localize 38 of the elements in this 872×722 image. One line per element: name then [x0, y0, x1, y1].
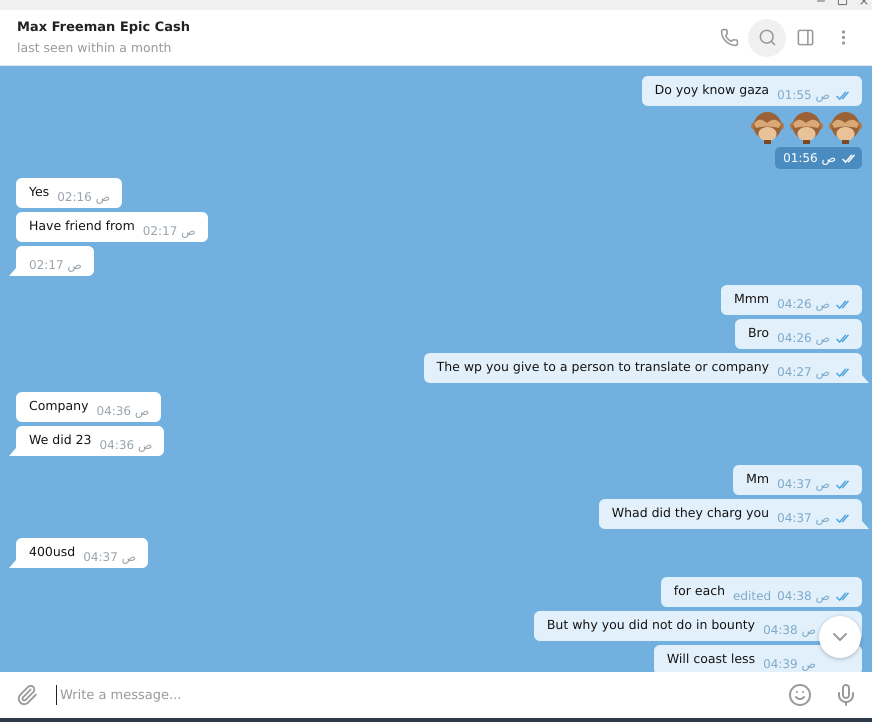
message-time: 01:55 ص [777, 88, 830, 102]
message-time: 02:16 ص [57, 190, 110, 204]
contact-name: Max Freeman Epic Cash [17, 20, 191, 35]
message-time: 04:36 ص [96, 404, 150, 418]
edited-label: edited [733, 589, 772, 603]
message-text: Mm [746, 470, 770, 486]
message-text: But why you did not do in bounty [546, 616, 756, 632]
message-time: 04:37 ص [777, 477, 830, 491]
message-time: 04:27 ص [777, 365, 830, 379]
message-time: 04:26 ص [777, 297, 830, 311]
message-text: Company [29, 398, 88, 412]
message-time: 02:17 ص [29, 258, 82, 272]
message-time: 04:38 ص [777, 589, 830, 603]
message-time: 02:17 ص [142, 224, 196, 238]
monkey-covering-eyes-icon [829, 110, 862, 144]
message-text: We did 23 [29, 432, 92, 446]
message-time: 04:36 ص [100, 438, 152, 452]
monkey-covering-eyes-icon [751, 110, 784, 144]
message-text: Do yoy know gaza [654, 82, 770, 96]
message-text: Yes [29, 184, 50, 198]
search-button[interactable] [748, 18, 786, 56]
message-time: 04:38 ص [763, 623, 816, 637]
monkey-covering-eyes-icon [790, 110, 823, 144]
message-time: 04:39 ص [763, 657, 816, 671]
message-time: 04:37 ص [83, 550, 136, 564]
message-text: Bro [748, 324, 770, 340]
message-text: 400usd [29, 544, 76, 558]
message-text: Will coast less [666, 650, 756, 666]
message-time: 04:26 ص [777, 331, 830, 345]
message-text: Whad did they charg you [612, 504, 770, 520]
message-text: Have friend from [29, 218, 135, 232]
message-time-badge: 01:56 ص [775, 147, 862, 169]
message-text: Mmm [734, 290, 770, 306]
last-seen-status: last seen within a month [17, 40, 172, 55]
message-time: 04:37 ص [777, 511, 830, 525]
search-icon [758, 28, 776, 47]
message-text: The wp you give to a person to translate or company [436, 358, 770, 374]
message-text: for each [674, 582, 726, 598]
